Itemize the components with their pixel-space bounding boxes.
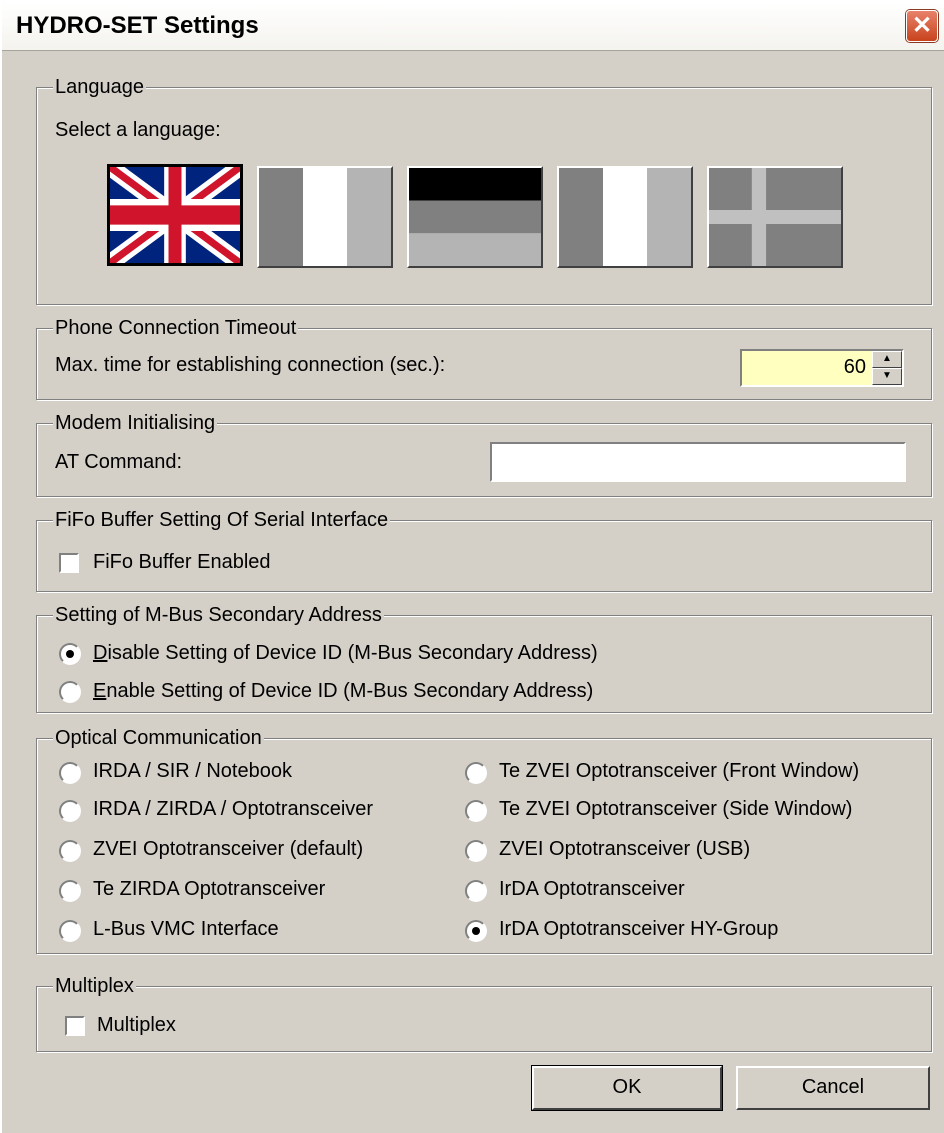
language-group: Language Select a language: (36, 75, 932, 305)
optical-radio[interactable] (59, 762, 81, 784)
close-button[interactable]: ✕ (906, 10, 938, 42)
optical-option-label[interactable]: ZVEI Optotransceiver (default) (93, 837, 363, 861)
optical-radio[interactable] (59, 920, 81, 942)
fifo-checkbox-label[interactable]: FiFo Buffer Enabled (93, 550, 271, 574)
optical-option-label[interactable]: L-Bus VMC Interface (93, 917, 279, 941)
uk-flag-button[interactable] (107, 164, 243, 266)
optical-option-label[interactable]: Te ZIRDA Optotransceiver (93, 877, 325, 901)
settings-dialog: HYDRO-SET Settings ✕ Language Select a l… (0, 0, 944, 1133)
language-flag-button-3[interactable] (407, 166, 543, 268)
mbus-disable-label[interactable]: Disable Setting of Device ID (M-Bus Seco… (93, 641, 598, 665)
optical-radio[interactable] (59, 800, 81, 822)
optical-option-label[interactable]: ZVEI Optotransceiver (USB) (499, 837, 750, 861)
mbus-enable-radio[interactable] (59, 681, 81, 703)
timeout-value[interactable]: 60 (844, 356, 866, 379)
optical-option-label[interactable]: IrDA Optotransceiver HY-Group (499, 917, 778, 941)
multiplex-checkbox[interactable] (65, 1016, 85, 1036)
optical-radio[interactable] (465, 920, 487, 942)
optical-radio[interactable] (465, 800, 487, 822)
language-legend: Language (53, 75, 146, 99)
spin-up-button[interactable]: ▲ (872, 351, 902, 368)
optical-radio[interactable] (465, 880, 487, 902)
optical-radio[interactable] (59, 840, 81, 862)
tricolor-vertical-flag-icon (259, 168, 391, 266)
multiplex-checkbox-label[interactable]: Multiplex (97, 1013, 176, 1037)
language-flag-button-5[interactable] (707, 166, 843, 268)
at-command-label: AT Command: (55, 451, 183, 473)
optical-option-label[interactable]: Te ZVEI Optotransceiver (Side Window) (499, 797, 852, 821)
language-flag-button-2[interactable] (257, 166, 393, 268)
nordic-cross-flag-icon (709, 168, 841, 266)
cancel-label: Cancel (801, 1076, 865, 1098)
spin-down-button[interactable]: ▼ (872, 368, 902, 385)
optical-option-label[interactable]: IRDA / ZIRDA / Optotransceiver (93, 797, 373, 821)
phone-timeout-label: Max. time for establishing connection (s… (55, 354, 446, 376)
mbus-group: Setting of M-Bus Secondary Address Disab… (36, 603, 932, 713)
fifo-checkbox[interactable] (59, 553, 79, 573)
language-prompt: Select a language: (55, 119, 221, 141)
optical-legend: Optical Communication (53, 726, 264, 750)
phone-timeout-legend: Phone Connection Timeout (53, 316, 299, 340)
timeout-spinner[interactable]: 60 ▲ ▼ (740, 349, 904, 387)
window-title: HYDRO-SET Settings (16, 12, 259, 39)
optical-option-label[interactable]: Te ZVEI Optotransceiver (Front Window) (499, 759, 859, 783)
title-bar[interactable]: HYDRO-SET Settings ✕ (2, 2, 944, 51)
language-flag-button-4[interactable] (557, 166, 693, 268)
multiplex-legend: Multiplex (53, 974, 136, 998)
optical-option-label[interactable]: IrDA Optotransceiver (499, 877, 685, 901)
spinner-buttons: ▲ ▼ (872, 351, 902, 385)
mbus-enable-label[interactable]: Enable Setting of Device ID (M-Bus Secon… (93, 679, 593, 703)
cancel-button[interactable]: Cancel (736, 1066, 930, 1110)
at-command-input[interactable] (490, 442, 906, 482)
ok-label: OK (612, 1076, 642, 1098)
optical-group: Optical Communication IRDA / SIR / Noteb… (36, 726, 932, 954)
fifo-legend: FiFo Buffer Setting Of Serial Interface (53, 508, 391, 532)
optical-radio[interactable] (59, 880, 81, 902)
optical-radio[interactable] (465, 762, 487, 784)
ok-button[interactable]: OK (531, 1065, 723, 1111)
mbus-legend: Setting of M-Bus Secondary Address (53, 603, 384, 627)
uk-flag-icon (110, 167, 240, 263)
fifo-group: FiFo Buffer Setting Of Serial Interface … (36, 508, 932, 592)
mbus-disable-radio[interactable] (59, 643, 81, 665)
optical-option-label[interactable]: IRDA / SIR / Notebook (93, 759, 292, 783)
modem-legend: Modem Initialising (53, 411, 218, 435)
optical-radio[interactable] (465, 840, 487, 862)
tricolor-vertical-flag-icon (559, 168, 691, 266)
tricolor-horizontal-flag-icon (409, 168, 541, 266)
multiplex-group: Multiplex Multiplex (36, 974, 932, 1052)
